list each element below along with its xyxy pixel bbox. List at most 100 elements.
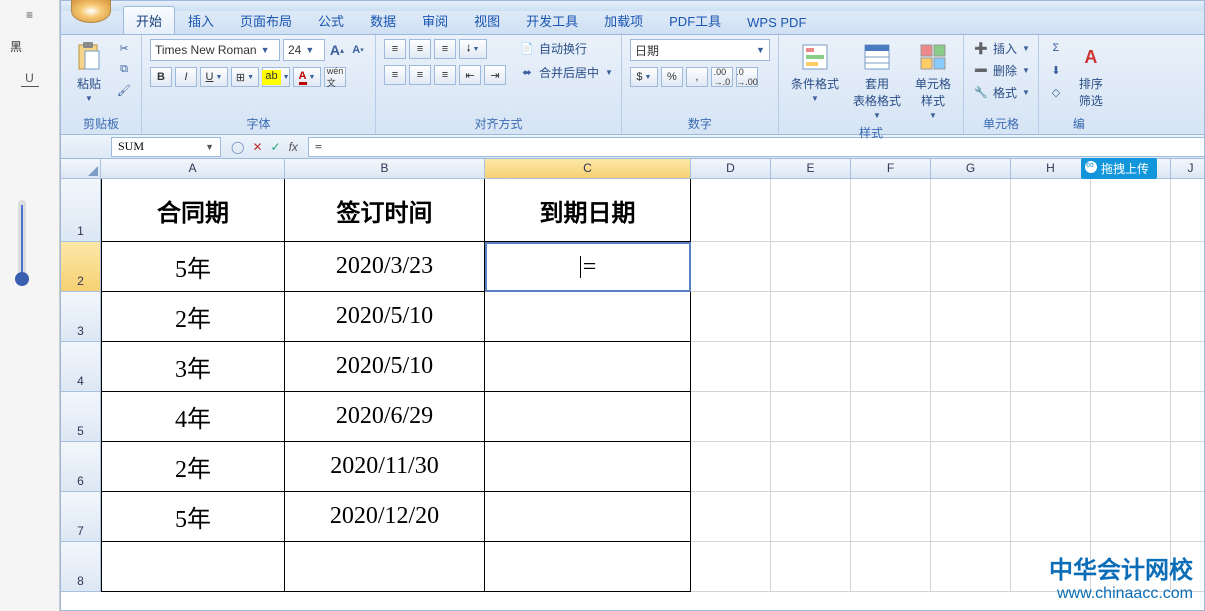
cell-B2[interactable]: 2020/3/23 [285, 242, 485, 292]
tab-视图[interactable]: 视图 [461, 6, 513, 34]
row-header-7[interactable]: 7 [61, 492, 101, 542]
italic-button[interactable]: I [175, 67, 197, 87]
cell-A8[interactable] [101, 542, 285, 592]
cell-F5[interactable] [851, 392, 931, 442]
cell-H3[interactable] [1011, 292, 1091, 342]
cell-F4[interactable] [851, 342, 931, 392]
row-header-8[interactable]: 8 [61, 542, 101, 592]
cell-F8[interactable] [851, 542, 931, 592]
cell-G4[interactable] [931, 342, 1011, 392]
column-header-J[interactable]: J [1171, 159, 1204, 179]
cell-C6[interactable] [485, 442, 691, 492]
cell-J7[interactable] [1171, 492, 1204, 542]
cell-I7[interactable] [1091, 492, 1171, 542]
cell-A3[interactable]: 2年 [101, 292, 285, 342]
cell-B8[interactable] [285, 542, 485, 592]
cell-F3[interactable] [851, 292, 931, 342]
shrink-font-button[interactable]: A▾ [349, 41, 367, 59]
column-header-D[interactable]: D [691, 159, 771, 179]
fx-icon[interactable]: fx [289, 140, 298, 154]
cell-E2[interactable] [771, 242, 851, 292]
cell-H5[interactable] [1011, 392, 1091, 442]
row-header-4[interactable]: 4 [61, 342, 101, 392]
cell-I4[interactable] [1091, 342, 1171, 392]
cell-F2[interactable] [851, 242, 931, 292]
wrap-text-button[interactable]: 📄自动换行 [518, 39, 613, 57]
row-header-1[interactable]: 1 [61, 179, 101, 242]
cell-A5[interactable]: 4年 [101, 392, 285, 442]
accept-icon[interactable]: ✓ [271, 140, 281, 154]
orientation-button[interactable]: ⭭▼ [459, 39, 487, 59]
cell-C5[interactable] [485, 392, 691, 442]
cell-G7[interactable] [931, 492, 1011, 542]
cell-F1[interactable] [851, 179, 931, 242]
cell-A7[interactable]: 5年 [101, 492, 285, 542]
cell-E5[interactable] [771, 392, 851, 442]
cell-A1[interactable]: 合同期 [101, 179, 285, 242]
cell-H4[interactable] [1011, 342, 1091, 392]
cell-C7[interactable] [485, 492, 691, 542]
column-header-A[interactable]: A [101, 159, 285, 179]
accounting-format-button[interactable]: $▼ [630, 67, 658, 87]
increase-decimal-button[interactable]: .00→.0 [711, 67, 733, 87]
align-middle-button[interactable]: ≡ [409, 39, 431, 59]
cancel-icon[interactable]: ✕ [252, 140, 262, 154]
cell-A2[interactable]: 5年 [101, 242, 285, 292]
conditional-format-button[interactable]: 条件格式▼ [787, 39, 843, 105]
cell-D3[interactable] [691, 292, 771, 342]
cell-G6[interactable] [931, 442, 1011, 492]
number-format-combo[interactable]: 日期▼ [630, 39, 770, 61]
delete-cells-button[interactable]: ➖删除▼ [972, 61, 1030, 79]
row-header-5[interactable]: 5 [61, 392, 101, 442]
cell-styles-button[interactable]: 单元格 样式▼ [911, 39, 955, 122]
column-header-F[interactable]: F [851, 159, 931, 179]
fill-color-button[interactable]: ab▼ [262, 67, 290, 87]
align-left-button[interactable]: ≡ [384, 65, 406, 85]
percent-button[interactable]: % [661, 67, 683, 87]
tab-页面布局[interactable]: 页面布局 [227, 6, 305, 34]
cell-H1[interactable] [1011, 179, 1091, 242]
cell-J3[interactable] [1171, 292, 1204, 342]
font-size-combo[interactable]: 24▼ [283, 39, 325, 61]
format-table-button[interactable]: 套用 表格格式▼ [849, 39, 905, 122]
tab-开始[interactable]: 开始 [123, 6, 175, 34]
upload-badge[interactable]: 拖拽上传 [1081, 158, 1157, 179]
cell-D2[interactable] [691, 242, 771, 292]
cell-G8[interactable] [931, 542, 1011, 592]
office-button[interactable] [71, 0, 111, 23]
cell-C4[interactable] [485, 342, 691, 392]
cell-B3[interactable]: 2020/5/10 [285, 292, 485, 342]
cell-B7[interactable]: 2020/12/20 [285, 492, 485, 542]
fill-button[interactable]: ⬇ [1047, 61, 1065, 79]
menu-icon[interactable]: ≡ [21, 6, 39, 24]
cell-D7[interactable] [691, 492, 771, 542]
formula-input[interactable]: = [308, 137, 1204, 157]
row-header-3[interactable]: 3 [61, 292, 101, 342]
insert-cells-button[interactable]: ➕插入▼ [972, 39, 1030, 57]
autosum-button[interactable]: Σ [1047, 39, 1065, 57]
cell-E7[interactable] [771, 492, 851, 542]
increase-indent-button[interactable]: ⇥ [484, 65, 506, 85]
cell-F6[interactable] [851, 442, 931, 492]
tab-数据[interactable]: 数据 [357, 6, 409, 34]
format-painter-button[interactable]: 🖌 [115, 81, 133, 99]
row-header-6[interactable]: 6 [61, 442, 101, 492]
cell-J2[interactable] [1171, 242, 1204, 292]
tab-开发工具[interactable]: 开发工具 [513, 6, 591, 34]
cell-D5[interactable] [691, 392, 771, 442]
border-button[interactable]: ⊞▼ [231, 67, 259, 87]
clear-button[interactable]: ◇ [1047, 83, 1065, 101]
column-header-B[interactable]: B [285, 159, 485, 179]
cell-H6[interactable] [1011, 442, 1091, 492]
cell-G1[interactable] [931, 179, 1011, 242]
select-all-corner[interactable] [61, 159, 101, 179]
tab-WPS PDF[interactable]: WPS PDF [734, 10, 819, 34]
tab-公式[interactable]: 公式 [305, 6, 357, 34]
cell-C8[interactable] [485, 542, 691, 592]
decrease-indent-button[interactable]: ⇤ [459, 65, 481, 85]
paste-button[interactable]: 粘贴 ▼ [69, 39, 109, 105]
column-header-E[interactable]: E [771, 159, 851, 179]
merge-center-button[interactable]: ⬌合并后居中▼ [518, 63, 613, 81]
cell-H7[interactable] [1011, 492, 1091, 542]
cell-I1[interactable] [1091, 179, 1171, 242]
